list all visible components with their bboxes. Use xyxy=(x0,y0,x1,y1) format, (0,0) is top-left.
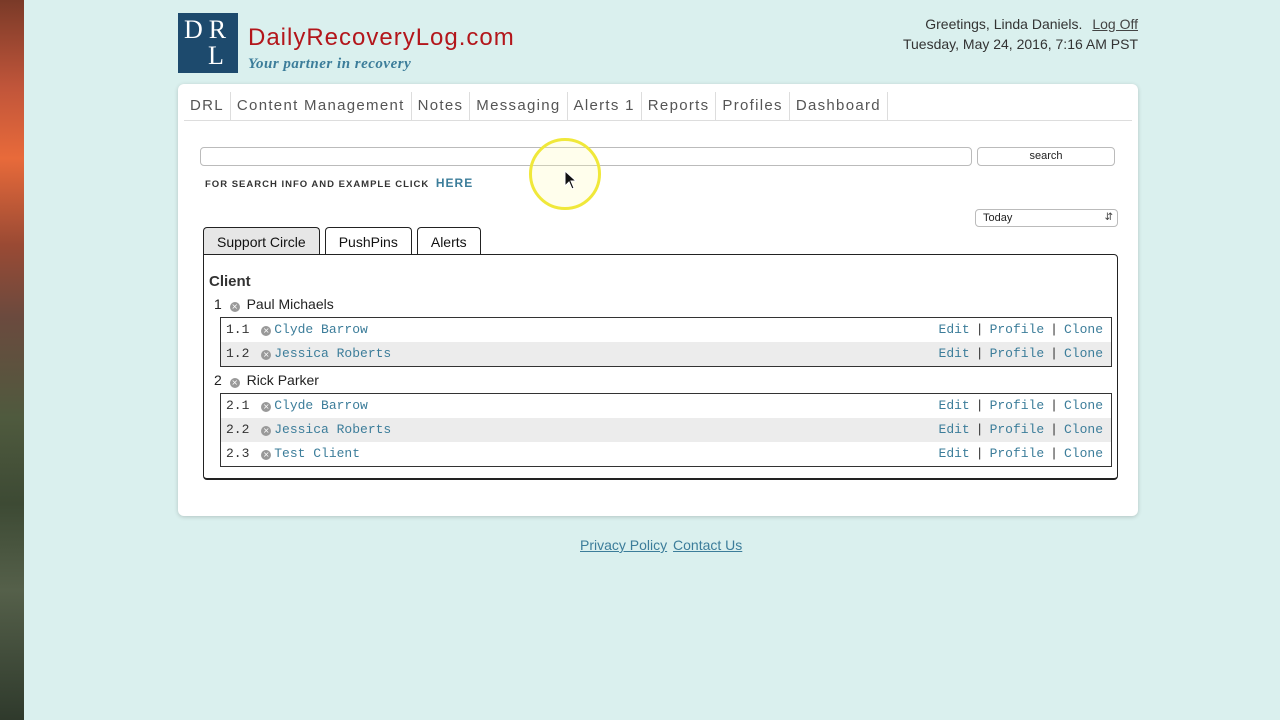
member-list: 1.1 × Clyde Barrow Edit | Profile | Clone 1.2… xyxy=(220,317,1112,367)
action-separator: | xyxy=(1050,322,1058,337)
member-number: 1.2 xyxy=(226,346,250,361)
edit-link[interactable]: Edit xyxy=(939,346,970,361)
contact-us-link[interactable]: Contact Us xyxy=(673,537,742,553)
member-number: 2.1 xyxy=(226,398,250,413)
footer-links: Privacy Policy Contact Us xyxy=(580,537,744,553)
edit-link[interactable]: Edit xyxy=(939,446,970,461)
tab-bar: Support Circle PushPins Alerts xyxy=(203,227,486,255)
nav-item-content-management[interactable]: Content Management xyxy=(231,92,412,121)
member-number: 1.1 xyxy=(226,322,250,337)
user-greeting: Greetings, Linda Daniels. Log Off xyxy=(925,16,1138,32)
nav-item-reports[interactable]: Reports xyxy=(642,92,717,121)
profile-link[interactable]: Profile xyxy=(990,346,1045,361)
member-row: 1.1 × Clyde Barrow Edit | Profile | Clone xyxy=(221,318,1111,342)
member-name[interactable]: Jessica Roberts xyxy=(274,422,391,437)
remove-circle-icon[interactable]: × xyxy=(229,378,240,388)
period-selected-value: Today xyxy=(983,212,1013,224)
clone-link[interactable]: Clone xyxy=(1064,322,1103,337)
member-number: 2.3 xyxy=(226,446,250,461)
mouse-pointer-icon xyxy=(564,170,578,190)
search-info-text: FOR SEARCH INFO AND EXAMPLE CLICK xyxy=(205,179,430,190)
client-name[interactable]: Paul Michaels xyxy=(247,296,334,312)
profile-link[interactable]: Profile xyxy=(990,398,1045,413)
action-separator: | xyxy=(1050,346,1058,361)
nav-item-notes[interactable]: Notes xyxy=(412,92,471,121)
clone-link[interactable]: Clone xyxy=(1064,398,1103,413)
remove-circle-icon[interactable]: × xyxy=(261,450,272,460)
member-list: 2.1 × Clyde Barrow Edit | Profile | Clone 2.2… xyxy=(220,393,1112,467)
tab-alerts[interactable]: Alerts xyxy=(416,227,481,255)
current-date-time: Tuesday, May 24, 2016, 7:16 AM PST xyxy=(902,36,1138,52)
action-separator: | xyxy=(1050,422,1058,437)
greeting-text: Greetings, Linda Daniels. xyxy=(925,16,1083,32)
main-card: DRL Content Management Notes Messaging A… xyxy=(178,84,1138,516)
action-separator: | xyxy=(1050,398,1058,413)
profile-link[interactable]: Profile xyxy=(990,446,1045,461)
nav-item-messaging[interactable]: Messaging xyxy=(470,92,568,121)
edit-link[interactable]: Edit xyxy=(939,322,970,337)
logo-line-2: L xyxy=(208,41,230,70)
period-select[interactable]: Today ⇵ xyxy=(975,209,1118,227)
action-separator: | xyxy=(975,422,984,437)
remove-circle-icon[interactable]: × xyxy=(261,326,272,336)
member-number: 2.2 xyxy=(226,422,250,437)
search-info: FOR SEARCH INFO AND EXAMPLE CLICK HERE xyxy=(205,176,473,190)
logo-line-1: DR xyxy=(184,15,233,44)
member-actions: Edit | Profile | Clone xyxy=(939,398,1103,413)
edit-link[interactable]: Edit xyxy=(939,398,970,413)
updown-arrows-icon: ⇵ xyxy=(1104,212,1113,223)
search-button[interactable]: search xyxy=(977,147,1115,166)
client-number: 2 xyxy=(214,372,222,388)
member-row: 2.2 × Jessica Roberts Edit | Profile | Clone xyxy=(221,418,1111,442)
remove-circle-icon[interactable]: × xyxy=(261,350,272,360)
support-circle-panel: Client 1 × Paul Michaels 1.1 × Clyde Barr… xyxy=(203,254,1118,480)
profile-link[interactable]: Profile xyxy=(990,422,1045,437)
clone-link[interactable]: Clone xyxy=(1064,446,1103,461)
privacy-policy-link[interactable]: Privacy Policy xyxy=(580,537,667,553)
site-tagline: Your partner in recovery xyxy=(248,56,412,72)
remove-circle-icon[interactable]: × xyxy=(229,302,240,312)
member-row: 2.3 × Test Client Edit | Profile | Clone xyxy=(221,442,1111,466)
member-actions: Edit | Profile | Clone xyxy=(939,322,1103,337)
client-name[interactable]: Rick Parker xyxy=(247,372,319,388)
site-name[interactable]: DailyRecoveryLog.com xyxy=(248,24,515,52)
nav-item-drl[interactable]: DRL xyxy=(184,92,231,121)
site-logo[interactable]: DR L xyxy=(178,13,238,73)
panel-heading: Client xyxy=(209,273,251,290)
member-name[interactable]: Clyde Barrow xyxy=(274,322,368,337)
nav-item-dashboard[interactable]: Dashboard xyxy=(790,92,888,121)
tab-support-circle[interactable]: Support Circle xyxy=(203,227,320,255)
member-actions: Edit | Profile | Clone xyxy=(939,422,1103,437)
member-name[interactable]: Test Client xyxy=(274,446,360,461)
action-separator: | xyxy=(975,322,984,337)
action-separator: | xyxy=(1050,446,1058,461)
member-actions: Edit | Profile | Clone xyxy=(939,446,1103,461)
member-name[interactable]: Jessica Roberts xyxy=(274,346,391,361)
member-actions: Edit | Profile | Clone xyxy=(939,346,1103,361)
edit-link[interactable]: Edit xyxy=(939,422,970,437)
nav-item-profiles[interactable]: Profiles xyxy=(716,92,790,121)
logoff-link[interactable]: Log Off xyxy=(1092,16,1138,32)
action-separator: | xyxy=(975,446,984,461)
main-nav: DRL Content Management Notes Messaging A… xyxy=(184,92,1132,121)
client-row: 2 × Rick Parker xyxy=(214,372,319,388)
remove-circle-icon[interactable]: × xyxy=(261,426,272,436)
remove-circle-icon[interactable]: × xyxy=(261,402,272,412)
client-number: 1 xyxy=(214,296,222,312)
tab-pushpins[interactable]: PushPins xyxy=(324,227,412,255)
member-row: 2.1 × Clyde Barrow Edit | Profile | Clone xyxy=(221,394,1111,418)
clone-link[interactable]: Clone xyxy=(1064,346,1103,361)
desktop-background-strip xyxy=(0,0,24,720)
client-row: 1 × Paul Michaels xyxy=(214,296,334,312)
search-info-here-link[interactable]: HERE xyxy=(436,176,473,190)
member-name[interactable]: Clyde Barrow xyxy=(274,398,368,413)
clone-link[interactable]: Clone xyxy=(1064,422,1103,437)
profile-link[interactable]: Profile xyxy=(990,322,1045,337)
nav-item-alerts[interactable]: Alerts 1 xyxy=(568,92,642,121)
action-separator: | xyxy=(975,398,984,413)
action-separator: | xyxy=(975,346,984,361)
member-row: 1.2 × Jessica Roberts Edit | Profile | Clone xyxy=(221,342,1111,366)
